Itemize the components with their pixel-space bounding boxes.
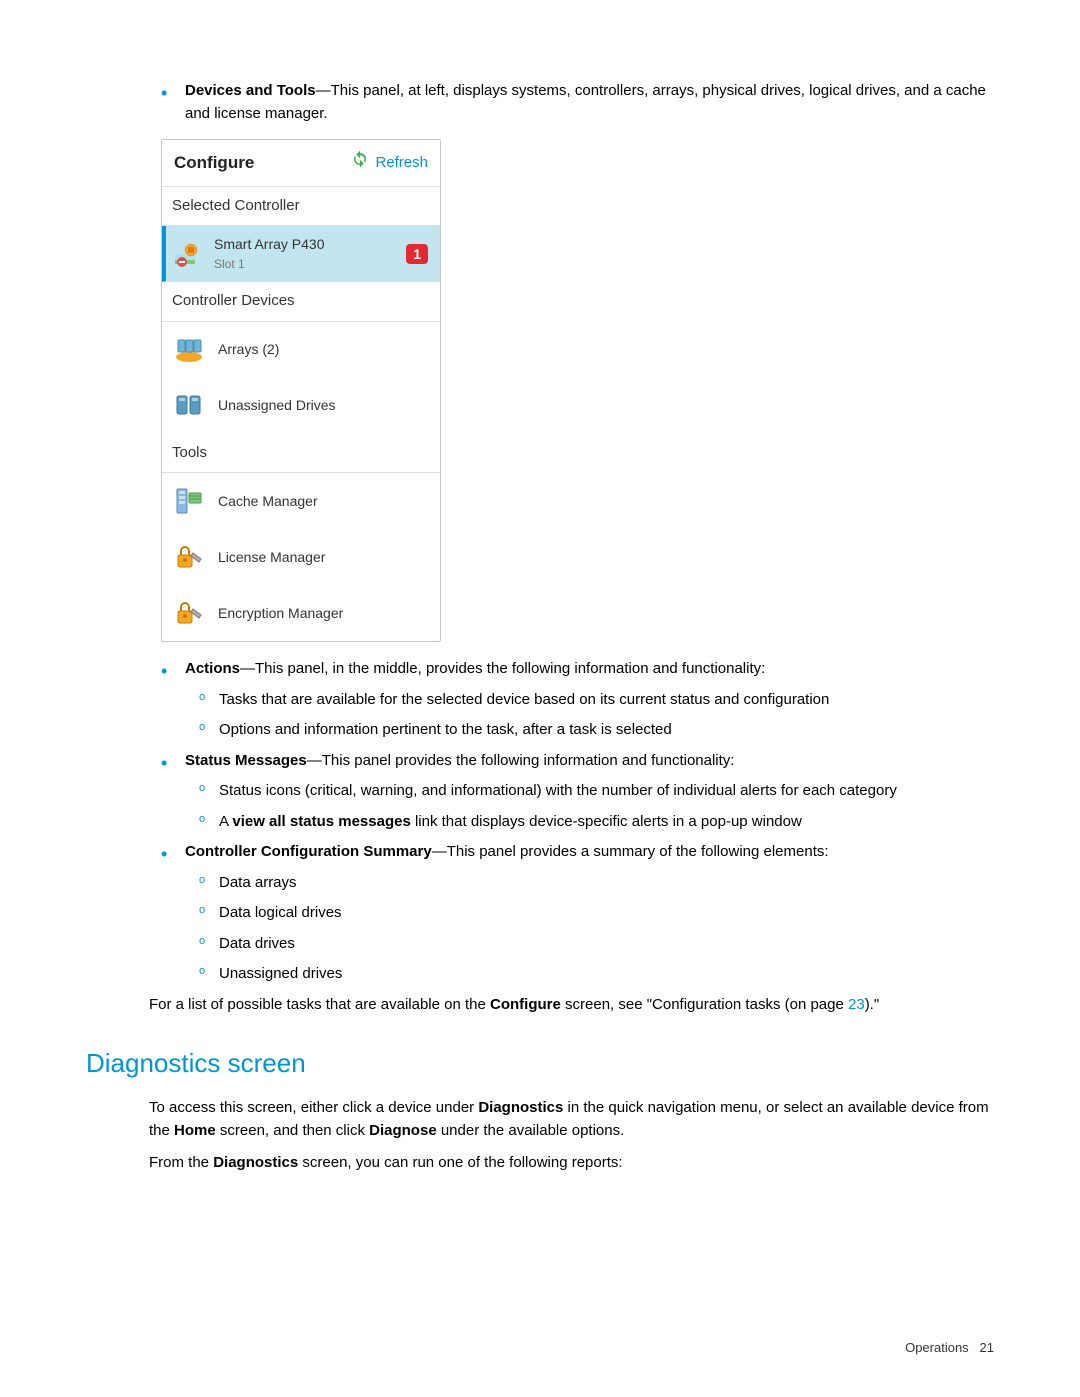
text: From the xyxy=(149,1154,213,1171)
sub-bullet: Data logical drives xyxy=(199,902,994,925)
bullet-heading: Actions xyxy=(185,660,240,677)
panel-title: Configure xyxy=(174,150,254,176)
sub-text: link that displays device-specific alert… xyxy=(411,813,802,830)
sub-bullet: Tasks that are available for the selecte… xyxy=(199,689,994,712)
tool-item-license[interactable]: License Manager xyxy=(162,529,440,585)
refresh-icon xyxy=(351,150,369,176)
sub-bullet: Status icons (critical, warning, and inf… xyxy=(199,780,994,803)
text: screen, you can run one of the following… xyxy=(298,1154,622,1171)
bullet-status-messages: Status Messages—This panel provides the … xyxy=(161,750,994,834)
device-item-arrays[interactable]: Arrays (2) xyxy=(162,322,440,378)
arrays-icon xyxy=(174,335,204,365)
text: under the available options. xyxy=(437,1122,625,1139)
text: To access this screen, either click a de… xyxy=(149,1099,478,1116)
cache-icon xyxy=(174,486,204,516)
controller-text: Smart Array P430 Slot 1 xyxy=(214,234,406,273)
sub-text: A xyxy=(219,813,232,830)
bullet-text: —This panel provides the following infor… xyxy=(307,752,735,769)
controller-icon xyxy=(174,240,208,268)
bullet-heading: Controller Configuration Summary xyxy=(185,843,432,860)
bold-text: Diagnose xyxy=(369,1122,437,1139)
text: screen, see "Configuration tasks (on pag… xyxy=(561,996,848,1013)
alert-badge: 1 xyxy=(406,244,428,264)
bold-text: Diagnostics xyxy=(478,1099,563,1116)
bold-text: Diagnostics xyxy=(213,1154,298,1171)
sub-bullet: Options and information pertinent to the… xyxy=(199,719,994,742)
device-label: Unassigned Drives xyxy=(218,395,336,416)
tool-label: Encryption Manager xyxy=(218,603,343,624)
bullet-heading: Devices and Tools xyxy=(185,82,316,99)
lock-icon xyxy=(174,598,204,628)
controller-devices-text: Controller Devices xyxy=(172,292,295,309)
page-footer: Operations 21 xyxy=(905,1338,994,1358)
controller-name: Smart Array P430 xyxy=(214,234,406,255)
bullet-text: —This panel, in the middle, provides the… xyxy=(240,660,765,677)
panel-header: Configure Refresh xyxy=(162,140,440,187)
bullet-controller-config-summary: Controller Configuration Summary—This pa… xyxy=(161,841,994,986)
footer-section: Operations xyxy=(905,1340,969,1355)
diagnostics-heading: Diagnostics screen xyxy=(86,1044,994,1083)
sub-bullet: Data arrays xyxy=(199,872,994,895)
tool-label: License Manager xyxy=(218,547,325,568)
drives-icon xyxy=(174,391,204,421)
lock-icon xyxy=(174,542,204,572)
diagnostics-p1: To access this screen, either click a de… xyxy=(149,1097,994,1142)
bullet-heading: Status Messages xyxy=(185,752,307,769)
sub-bullet: Data drives xyxy=(199,933,994,956)
device-item-unassigned[interactable]: Unassigned Drives xyxy=(162,378,440,434)
device-label: Arrays (2) xyxy=(218,339,279,360)
configure-panel: Configure Refresh Selected Controller xyxy=(161,139,441,642)
selected-controller-label: Selected Controller xyxy=(162,187,440,227)
refresh-label: Refresh xyxy=(375,152,428,175)
controller-devices-label: Controller Devices xyxy=(162,282,440,322)
bold-text: Home xyxy=(174,1122,216,1139)
sub-bold: view all status messages xyxy=(232,813,410,830)
tool-item-cache[interactable]: Cache Manager xyxy=(162,473,440,529)
diagnostics-p2: From the Diagnostics screen, you can run… xyxy=(149,1152,994,1175)
tool-item-encryption[interactable]: Encryption Manager xyxy=(162,585,440,641)
sub-bullet: A view all status messages link that dis… xyxy=(199,811,994,834)
controller-slot: Slot 1 xyxy=(214,255,406,273)
text: )." xyxy=(865,996,880,1013)
controller-item[interactable]: Smart Array P430 Slot 1 1 xyxy=(162,226,440,282)
refresh-button[interactable]: Refresh xyxy=(351,150,428,176)
sub-bullet: Unassigned drives xyxy=(199,963,994,986)
closing-paragraph: For a list of possible tasks that are av… xyxy=(149,994,994,1017)
bullet-devices-tools: Devices and Tools—This panel, at left, d… xyxy=(161,80,994,125)
page-link[interactable]: 23 xyxy=(848,996,865,1013)
tools-label: Tools xyxy=(162,434,440,474)
bullet-actions: Actions—This panel, in the middle, provi… xyxy=(161,658,994,742)
text: For a list of possible tasks that are av… xyxy=(149,996,490,1013)
footer-page: 21 xyxy=(980,1340,994,1355)
bold-text: Configure xyxy=(490,996,561,1013)
bullet-text: —This panel provides a summary of the fo… xyxy=(432,843,829,860)
tool-label: Cache Manager xyxy=(218,491,318,512)
text: screen, and then click xyxy=(216,1122,369,1139)
